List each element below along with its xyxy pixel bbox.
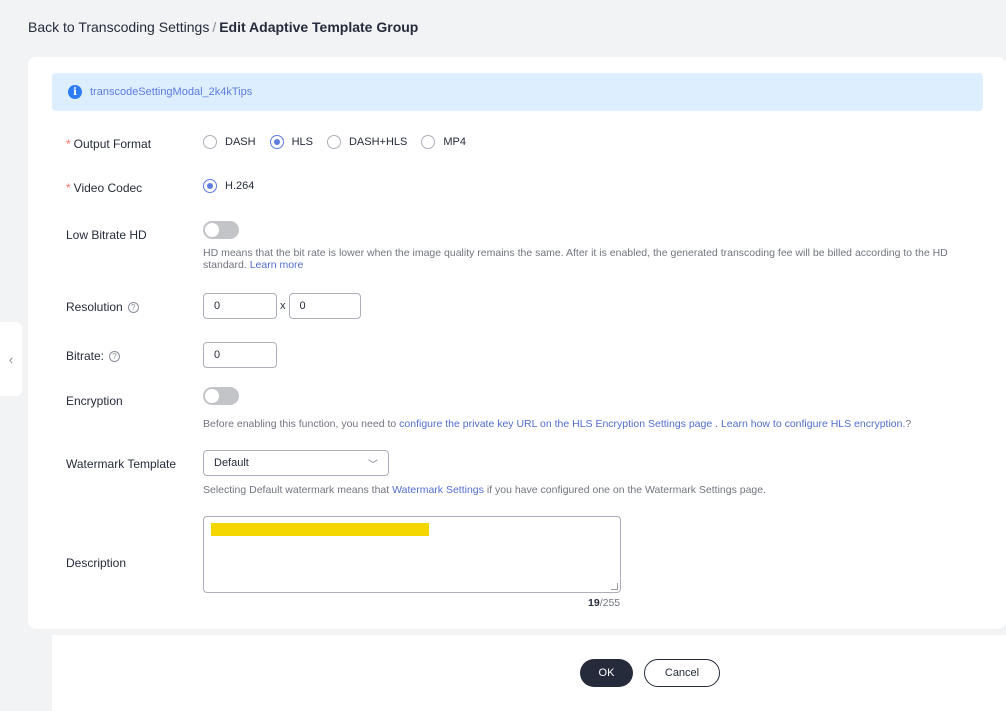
resolution-width-input[interactable]: 0 [203,293,277,319]
low-bitrate-hd-help: HD means that the bit rate is lower when… [203,247,948,271]
low-bitrate-hd-label: Low Bitrate HD [66,228,147,242]
watermark-help: Selecting Default watermark means that W… [203,484,767,496]
collapse-sidebar-button[interactable]: ‹ [0,322,22,396]
radio-circle [269,135,284,149]
encryption-toggle[interactable] [203,387,239,405]
output-format-radio-group: DASH HLS DASH+HLS MP4 [203,135,480,149]
configure-private-key-link[interactable]: configure the private key URL on the HLS… [399,418,712,430]
description-textarea[interactable] [203,516,621,593]
ok-button[interactable]: OK [580,659,633,687]
page-title: Edit Adaptive Template Group [219,19,419,35]
encryption-label: Encryption [66,394,123,408]
radio-dash-hls[interactable]: DASH+HLS [326,135,407,149]
question-circle-icon[interactable]: ? [127,302,139,314]
breadcrumb: Back to Transcoding Settings / Edit Adapti… [28,19,418,35]
breadcrumb-separator: / [212,19,217,35]
tip-banner: i transcodeSettingModal_2k4kTips [52,73,983,111]
resolution-label: Resolution? [66,300,139,314]
tip-text: transcodeSettingModal_2k4kTips [90,86,253,98]
radio-circle [326,135,341,149]
radio-dash[interactable]: DASH [203,135,256,149]
radio-circle [203,135,217,149]
watermark-settings-link[interactable]: Watermark Settings [392,484,484,496]
resolution-separator: x [280,300,286,312]
watermark-template-select[interactable]: Default ﹀ [203,450,389,476]
low-bitrate-hd-toggle[interactable] [203,221,239,239]
description-char-counter: 19/255 [588,597,621,609]
radio-circle [203,179,217,193]
radio-mp4[interactable]: MP4 [421,135,466,149]
info-icon: i [68,85,82,99]
encryption-help: Before enabling this function, you need … [203,418,912,430]
bitrate-input[interactable]: 0 [203,342,277,368]
video-codec-label: * Video Codec [66,181,143,195]
back-link[interactable]: Back to Transcoding Settings [28,19,209,35]
radio-circle [421,135,436,149]
redacted-text [211,523,429,536]
watermark-label: Watermark Template [66,457,177,471]
footer-bar: OK Cancel [52,635,1006,711]
chevron-left-icon: ‹ [8,351,14,367]
resize-handle[interactable] [611,583,618,590]
radio-h264[interactable]: H.264 [203,179,254,193]
output-format-label: * Output Format [66,137,152,151]
description-label: Description [66,556,127,570]
resolution-height-input[interactable]: 0 [288,293,361,319]
learn-more-link[interactable]: Learn more [250,259,304,271]
bitrate-label: Bitrate:? [66,349,121,363]
question-circle-icon[interactable]: ? [109,351,121,363]
watermark-selected-value: Default [214,457,249,469]
learn-hls-encryption-link[interactable]: . Learn how to configure HLS encryption. [715,418,905,430]
form-card: i transcodeSettingModal_2k4kTips * Output… [28,57,1006,629]
cancel-button[interactable]: Cancel [644,659,720,687]
chevron-down-icon: ﹀ [368,459,378,471]
radio-hls[interactable]: HLS [269,135,313,149]
video-codec-radio-group: H.264 [203,179,268,193]
